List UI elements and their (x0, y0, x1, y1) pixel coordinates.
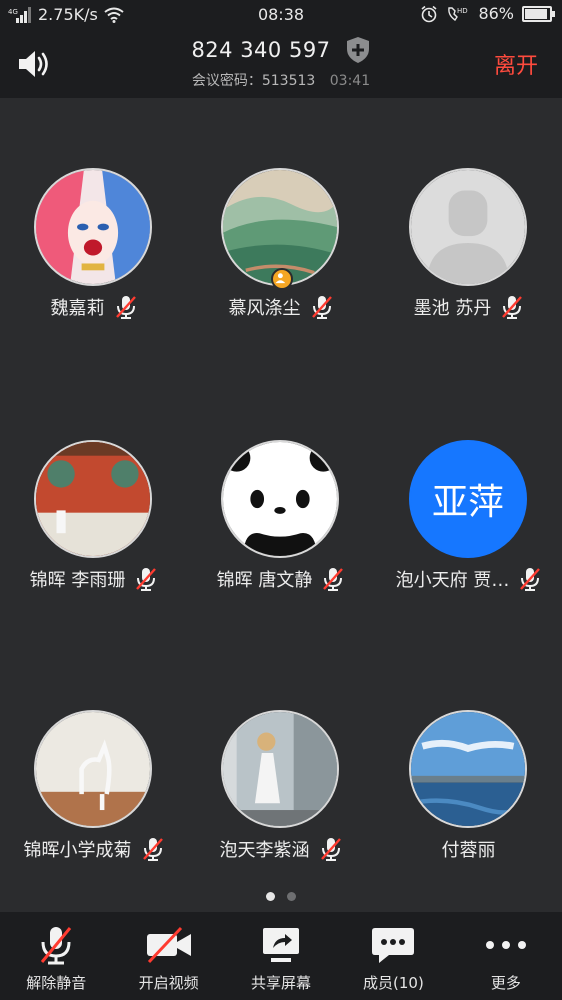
participant-name: 锦晖小学成菊 (23, 840, 132, 861)
avatar-text: 亚萍 (409, 440, 527, 558)
unmute-button[interactable]: 解除静音 (0, 912, 112, 1000)
participant-tile[interactable]: 慕风涤尘 (187, 168, 374, 368)
participant-name-row: 墨池 苏丹 (375, 294, 562, 320)
muted-mic-icon (502, 296, 523, 319)
avatar-girl-doorway-photo (221, 710, 339, 828)
share-screen-button[interactable]: 共享屏幕 (225, 912, 337, 1000)
meeting-id[interactable]: 824 340 597 (191, 38, 330, 62)
participant-tile[interactable]: 付蓉丽 (375, 710, 562, 910)
muted-mic-icon (311, 296, 332, 319)
participant-name: 墨池 苏丹 (413, 298, 492, 319)
meeting-elapsed-time: 03:41 (329, 73, 371, 89)
participant-name: 魏嘉莉 (50, 298, 105, 319)
hd-call-icon: HD (448, 7, 468, 21)
meeting-password: 会议密码：513513 (191, 73, 316, 89)
host-badge-icon (271, 268, 293, 290)
page-indicator (0, 892, 562, 901)
participant-tile[interactable]: 锦晖 唐文静 (187, 440, 374, 640)
meeting-header: 824 340 597 会议密码：513513 03:41 离开 (0, 30, 562, 98)
muted-mic-icon (115, 296, 136, 319)
page-dot-1[interactable] (266, 892, 275, 901)
status-right: HD 86% (420, 4, 555, 23)
muted-mic-icon (41, 927, 72, 965)
participant-tile[interactable]: 锦晖 李雨珊 (0, 440, 187, 640)
alarm-icon (421, 5, 437, 22)
meeting-subtitle: 会议密码：513513 03:41 (0, 70, 562, 90)
more-button[interactable]: 更多 (450, 912, 562, 1000)
leave-button[interactable]: 离开 (494, 48, 538, 80)
battery-icon (522, 5, 555, 22)
start-video-label: 开启视频 (138, 974, 199, 992)
participant-name: 付蓉丽 (441, 840, 496, 861)
participant-tile[interactable]: 泡天李紫涵 (187, 710, 374, 910)
unmute-label: 解除静音 (26, 974, 87, 992)
muted-mic-icon (520, 568, 541, 591)
participant-name-row: 锦晖 唐文静 (187, 566, 374, 592)
share-screen-icon (263, 928, 300, 962)
participant-name-row: 锦晖 李雨珊 (0, 566, 187, 592)
avatar-default-silhouette (409, 168, 527, 286)
participant-name: 锦晖 唐文静 (216, 570, 313, 591)
status-bar: 4G 2.75K/s 08:38 HD 86% (0, 0, 562, 30)
muted-mic-icon (320, 838, 341, 861)
muted-mic-icon (136, 568, 157, 591)
participant-tile[interactable]: 墨池 苏丹 (375, 168, 562, 368)
participant-tile[interactable]: 锦晖小学成菊 (0, 710, 187, 910)
more-dots-icon (485, 941, 526, 949)
members-button[interactable]: 成员(10) (337, 912, 449, 1000)
share-screen-label: 共享屏幕 (251, 974, 312, 992)
participant-name: 泡小天府 贾… (395, 570, 510, 591)
participant-name: 慕风涤尘 (228, 298, 301, 319)
shield-icon[interactable] (345, 36, 371, 64)
participant-tile[interactable]: 魏嘉莉 (0, 168, 187, 368)
avatar-panda-face (221, 440, 339, 558)
participant-grid: 魏嘉莉 慕风涤尘 墨池 苏丹 锦晖 李雨珊 锦晖 唐文静 亚萍 泡小天府 贾… … (0, 98, 562, 910)
participant-name: 泡天李紫涵 (219, 840, 310, 861)
participant-tile[interactable]: 亚萍 泡小天府 贾… (375, 440, 562, 640)
battery-fill (525, 8, 548, 19)
participant-name-row: 魏嘉莉 (0, 294, 187, 320)
muted-mic-icon (142, 838, 163, 861)
participant-name-row: 付蓉丽 (375, 836, 562, 862)
participant-name-row: 慕风涤尘 (187, 294, 374, 320)
avatar-horse-field-photo (34, 710, 152, 828)
avatar-lake-sky-photo (409, 710, 527, 828)
more-label: 更多 (490, 974, 521, 992)
members-label: 成员(10) (363, 974, 424, 992)
hd-label: HD (457, 7, 468, 15)
bottom-toolbar: 解除静音 开启视频 共享屏幕 成员(10) 更多 (0, 912, 562, 1000)
chat-bubble-icon (372, 928, 415, 963)
start-video-button[interactable]: 开启视频 (112, 912, 224, 1000)
participant-name: 锦晖 李雨珊 (29, 570, 126, 591)
participant-name-row: 泡天李紫涵 (187, 836, 374, 862)
muted-mic-icon (323, 568, 344, 591)
avatar-initials: 亚萍 (431, 482, 504, 523)
video-off-icon (146, 926, 191, 964)
participant-name-row: 锦晖小学成菊 (0, 836, 187, 862)
battery-percent: 86% (478, 4, 514, 23)
avatar-red-wall-photo (34, 440, 152, 558)
avatar-harley-portrait (34, 168, 152, 286)
page-dot-2[interactable] (287, 892, 296, 901)
meeting-id-row: 824 340 597 (0, 36, 562, 64)
participant-name-row: 泡小天府 贾… (375, 566, 562, 592)
